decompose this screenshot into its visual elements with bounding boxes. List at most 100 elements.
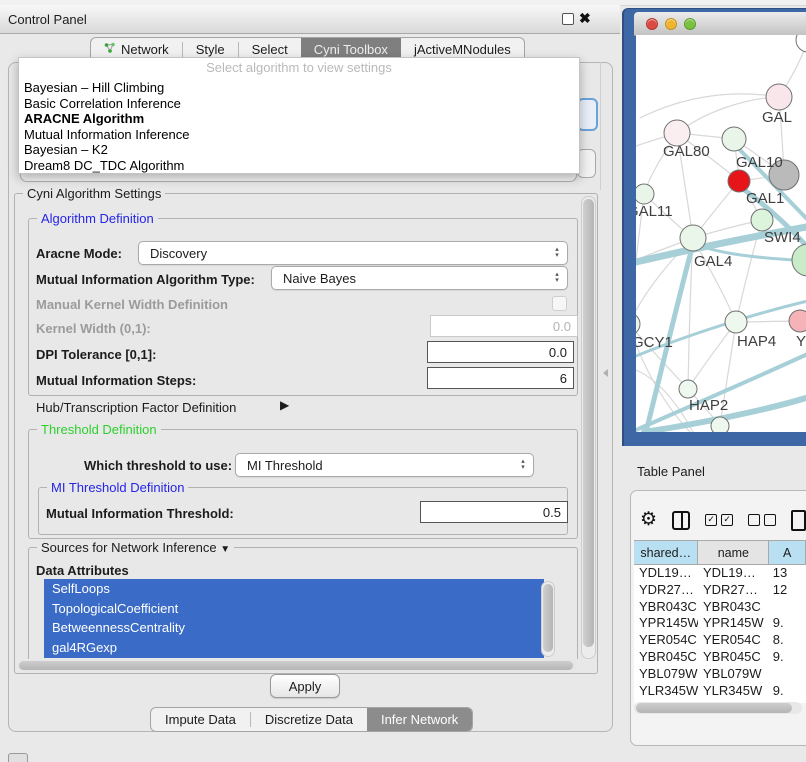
mi-steps-label: Mutual Information Steps:: [36, 373, 196, 388]
attribute-item-betweennesscentrality[interactable]: BetweennessCentrality: [44, 618, 544, 638]
table-cell: 8.: [768, 632, 806, 649]
attribute-item-gal4rgexp[interactable]: gal4RGexp: [44, 638, 544, 658]
dpi-tolerance-field[interactable]: 0.0: [427, 341, 574, 363]
attributes-scrollbar[interactable]: [541, 581, 555, 657]
data-attributes-list[interactable]: SelfLoopsTopologicalCoefficientBetweenne…: [44, 579, 544, 658]
mi-steps-field[interactable]: 6: [427, 367, 574, 389]
stepper-icon[interactable]: ▴▾: [549, 269, 565, 287]
table-row[interactable]: YER054CYER054C8.: [634, 632, 806, 649]
cyni-group-title: Cyni Algorithm Settings: [23, 186, 165, 201]
float-window-icon[interactable]: [562, 13, 574, 25]
tab-infer-network[interactable]: Infer Network: [367, 708, 472, 731]
aracne-mode-label: Aracne Mode:: [36, 246, 122, 261]
node-label: GAL: [762, 109, 792, 126]
dropdown-item-aracne-algorithm[interactable]: ARACNE Algorithm: [19, 111, 579, 127]
checked-columns-icon[interactable]: ✓✓: [705, 514, 733, 526]
table-panel-title: Table Panel: [637, 464, 705, 479]
network-edge[interactable]: [688, 322, 736, 389]
unchecked-columns-icon[interactable]: [748, 514, 776, 526]
splitter-collapse-icon[interactable]: [603, 369, 608, 377]
column-header-name[interactable]: name: [698, 541, 769, 564]
table-row[interactable]: YBL079WYBL079W: [634, 666, 806, 683]
network-node-gal11[interactable]: [636, 184, 654, 204]
scrollbar-thumb[interactable]: [543, 584, 553, 652]
manual-kernel-checkbox[interactable]: [552, 296, 567, 311]
network-window-titlebar[interactable]: [634, 12, 806, 36]
dropdown-item-mutual-information-inference[interactable]: Mutual Information Inference: [19, 127, 579, 143]
algorithm-dropdown-popup: Select algorithm to view settings Bayesi…: [18, 57, 580, 174]
table-toolbar: ⚙ ✓✓: [640, 504, 806, 536]
network-node[interactable]: [711, 417, 729, 432]
dropdown-item-bayesian-hill-climbing[interactable]: Bayesian – Hill Climbing: [19, 80, 579, 96]
network-node-gal4[interactable]: [680, 225, 706, 251]
column-header-a[interactable]: A: [769, 541, 806, 564]
close-icon[interactable]: ✖: [579, 10, 591, 27]
network-node-gal[interactable]: [766, 84, 792, 110]
attribute-item-selfloops[interactable]: SelfLoops: [44, 579, 544, 599]
tab-label: jActiveMNodules: [414, 42, 511, 57]
zoom-traffic-light-icon[interactable]: [684, 18, 696, 30]
stepper-icon[interactable]: ▴▾: [515, 456, 531, 474]
table-row[interactable]: YPR145WYPR145W9.: [634, 615, 806, 632]
tab-impute-data[interactable]: Impute Data: [151, 708, 250, 731]
network-node-swi4[interactable]: [751, 209, 773, 231]
node-table: shared…nameA YDL19…YDL19…13YDR27…YDR27…1…: [634, 540, 806, 703]
bottom-tabbar: Impute DataDiscretize DataInfer Network: [150, 707, 473, 732]
node-label: Y: [796, 333, 806, 350]
table-row[interactable]: YBR045CYBR045C9.: [634, 649, 806, 666]
panel-edge-line: [600, 62, 601, 190]
collapsed-panel-icon[interactable]: [8, 753, 28, 762]
mi-threshold-field[interactable]: 0.5: [420, 501, 568, 523]
attribute-item-topologicalcoefficient[interactable]: TopologicalCoefficient: [44, 599, 544, 619]
scrollbar-thumb[interactable]: [19, 661, 573, 670]
network-node[interactable]: [792, 244, 806, 276]
tab-discretize-data[interactable]: Discretize Data: [251, 708, 367, 731]
node-label: SWI4: [764, 229, 801, 246]
application-window: Control Panel ✖ NetworkStyleSelectCyni T…: [0, 0, 806, 762]
document-icon[interactable]: [791, 510, 806, 531]
table-cell: YLR345W: [698, 683, 768, 700]
aracne-mode-select[interactable]: Discovery ▴▾: [138, 241, 568, 265]
table-row[interactable]: YDL19…YDL19…13: [634, 565, 806, 582]
collapse-down-icon[interactable]: ▼: [220, 544, 230, 555]
table-row[interactable]: YBR043CYBR043C: [634, 599, 806, 616]
kernel-width-field[interactable]: 0.0: [430, 315, 578, 337]
network-canvas[interactable]: GALGAL80GAL10GAL1GAL11SWI4GAL4GCY1HAP4YH…: [636, 35, 806, 432]
table-row[interactable]: YLR345WYLR345W9.: [634, 683, 806, 700]
network-node-hap4[interactable]: [725, 311, 747, 333]
mi-threshold-title: MI Threshold Definition: [47, 480, 188, 495]
mi-type-select[interactable]: Naive Bayes ▴▾: [271, 266, 568, 290]
network-node-gal10[interactable]: [722, 127, 746, 151]
network-node-y[interactable]: [789, 310, 806, 332]
dropdown-item-basic-correlation-inference[interactable]: Basic Correlation Inference: [19, 96, 579, 112]
which-threshold-select[interactable]: MI Threshold ▴▾: [235, 453, 534, 477]
table-horizontal-scrollbar[interactable]: [634, 702, 802, 714]
network-node[interactable]: [796, 35, 806, 52]
node-label: GAL4: [694, 253, 732, 270]
network-node-gal1[interactable]: [728, 170, 750, 192]
expander-right-icon[interactable]: ▶: [280, 398, 289, 412]
stepper-icon[interactable]: ▴▾: [549, 244, 565, 262]
node-label: GAL80: [663, 143, 710, 160]
settings-horizontal-scrollbar[interactable]: [17, 660, 577, 671]
split-panel-icon[interactable]: [672, 511, 690, 530]
network-node-gcy1[interactable]: [636, 313, 640, 335]
close-traffic-light-icon[interactable]: [646, 18, 658, 30]
tab-label: Style: [196, 42, 225, 57]
scrollbar-thumb[interactable]: [636, 703, 792, 713]
apply-button[interactable]: Apply: [270, 674, 340, 698]
minimize-traffic-light-icon[interactable]: [665, 18, 677, 30]
network-node-hap2[interactable]: [679, 380, 697, 398]
tab-label: Select: [252, 42, 288, 57]
dropdown-item-bayesian-k2[interactable]: Bayesian – K2: [19, 142, 579, 158]
table-row[interactable]: YDR27…YDR27…12: [634, 582, 806, 599]
settings-vertical-scrollbar[interactable]: [581, 196, 596, 659]
tab-label: Network: [121, 42, 169, 57]
column-header-shared[interactable]: shared…: [634, 541, 698, 564]
table-cell: YBL079W: [698, 666, 768, 683]
dropdown-item-dream8-dc-tdc-algorithm[interactable]: Dream8 DC_TDC Algorithm: [19, 158, 579, 174]
node-label: HAP4: [737, 333, 776, 350]
network-icon: [104, 42, 116, 57]
scrollbar-thumb[interactable]: [583, 199, 594, 647]
gear-icon[interactable]: ⚙: [640, 510, 657, 530]
